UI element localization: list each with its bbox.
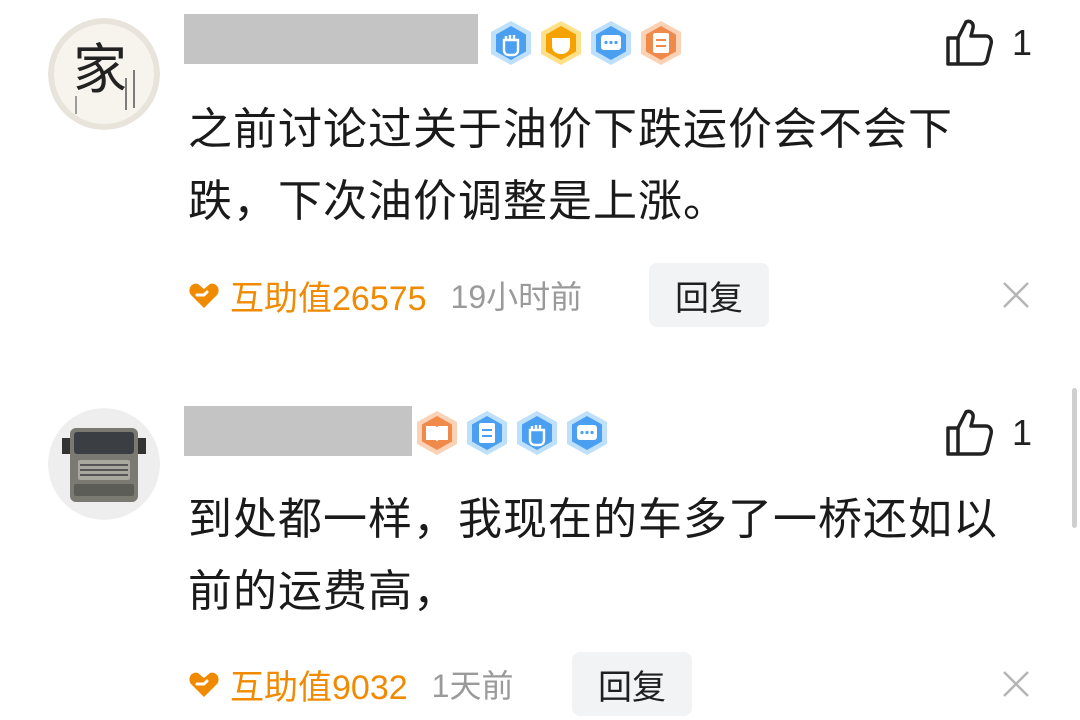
help-heart-icon — [189, 672, 219, 697]
comment-text: 之前讨论过关于油价下跌运价会不会下跌，下次油价调整是上涨。 — [188, 104, 953, 227]
document-badge-icon[interactable] — [464, 410, 510, 456]
help-value: 互助值26575 — [230, 279, 427, 318]
user-badges — [414, 410, 610, 456]
close-icon[interactable] — [1000, 668, 1032, 700]
fist-badge-icon[interactable] — [488, 20, 534, 66]
comment-text: 到处都一样，我现在的车多了一桥还如以前的运费高， — [188, 494, 998, 617]
chat-badge-icon[interactable] — [564, 410, 610, 456]
thumbs-up-icon — [946, 409, 994, 456]
help-value: 互助值9032 — [230, 668, 408, 707]
like-count: 1 — [1012, 412, 1033, 453]
like-button[interactable]: 1 — [944, 18, 1032, 68]
chat-badge-icon[interactable] — [588, 20, 634, 66]
username-redacted[interactable] — [184, 406, 412, 456]
scrollbar[interactable] — [1072, 388, 1077, 528]
close-icon[interactable] — [1000, 279, 1032, 311]
svg-text:家: 家 — [73, 38, 127, 101]
timestamp: 19小时前 — [450, 279, 583, 315]
thumbs-up-icon — [946, 19, 994, 66]
help-heart-icon — [189, 283, 219, 308]
book-badge-icon[interactable] — [414, 410, 460, 456]
user-avatar[interactable]: 家 — [48, 18, 160, 130]
timestamp: 1天前 — [431, 668, 514, 704]
document-badge-icon[interactable] — [638, 20, 684, 66]
reply-button[interactable]: 回复 — [572, 652, 692, 716]
user-badges — [488, 20, 684, 66]
comment-meta: 互助值9032 1天前 — [188, 652, 513, 716]
user-avatar[interactable] — [48, 408, 160, 520]
gold-medal-badge-icon[interactable] — [538, 20, 584, 66]
comment-meta: 互助值26575 19小时前 — [188, 263, 582, 327]
reply-button[interactable]: 回复 — [649, 263, 769, 327]
like-button[interactable]: 1 — [944, 408, 1032, 458]
username-redacted[interactable] — [184, 14, 478, 64]
like-count: 1 — [1012, 22, 1033, 63]
fist-badge-icon[interactable] — [514, 410, 560, 456]
